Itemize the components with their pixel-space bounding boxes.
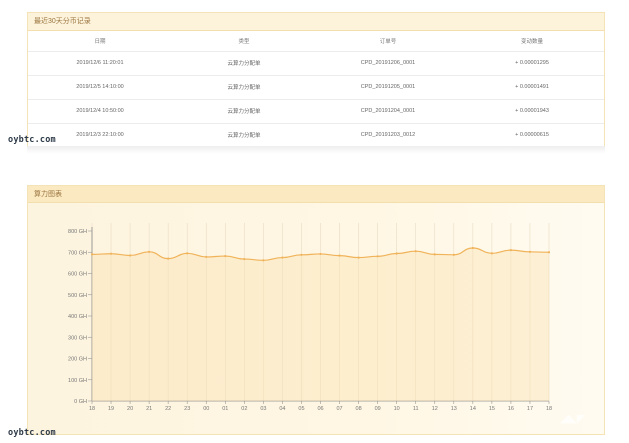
table-row: 2019/12/6 11:20:01 云算力分配单 CPD_20191206_0… bbox=[28, 51, 604, 76]
data-point bbox=[186, 252, 189, 255]
x-tick-label: 14 bbox=[470, 406, 476, 412]
cell-type: 云算力分配单 bbox=[172, 75, 316, 100]
data-point bbox=[300, 253, 303, 256]
x-tick-label: 22 bbox=[165, 406, 171, 412]
cell-order-number: CPD_20191206_0001 bbox=[316, 51, 460, 76]
x-tick-label: 03 bbox=[260, 406, 266, 412]
x-tick-label: 08 bbox=[356, 406, 362, 412]
data-point bbox=[224, 254, 227, 258]
cell-change-amount: + 0.00001491 bbox=[460, 75, 604, 100]
x-tick-label: 18 bbox=[89, 406, 95, 412]
data-point bbox=[395, 252, 398, 255]
data-point bbox=[452, 253, 455, 256]
y-tick-label: 700 GH bbox=[68, 250, 87, 256]
data-point bbox=[90, 253, 94, 256]
x-tick-label: 13 bbox=[451, 406, 457, 412]
column-header-order-number: 订单号 bbox=[316, 31, 460, 52]
x-tick-label: 05 bbox=[298, 406, 304, 412]
data-point bbox=[205, 255, 208, 259]
data-point bbox=[281, 256, 284, 259]
data-point bbox=[414, 250, 417, 253]
records-table-header-row: 日期 类型 订单号 变动数量 bbox=[28, 31, 604, 52]
x-tick-label: 12 bbox=[432, 406, 438, 412]
y-tick-label: 0 GH bbox=[74, 399, 87, 405]
data-point bbox=[109, 252, 113, 255]
x-tick-label: 17 bbox=[527, 406, 533, 412]
table-row: 2019/12/4 10:50:00 云算力分配单 CPD_20191204_0… bbox=[28, 99, 604, 124]
watermark-text: oybtc.com bbox=[8, 428, 56, 438]
data-point bbox=[262, 259, 265, 262]
x-tick-label: 23 bbox=[184, 406, 190, 412]
hashrate-chart: 0 GH 100 GH 200 GH 300 GH 400 GH 500 GH 600 GH… bbox=[68, 223, 552, 412]
data-point bbox=[490, 252, 493, 255]
cell-date: 2019/12/4 10:50:00 bbox=[28, 99, 172, 124]
cell-type: 云算力分配单 bbox=[172, 123, 316, 148]
data-point bbox=[243, 257, 246, 261]
column-header-change-amount: 变动数量 bbox=[460, 31, 604, 52]
x-tick-label: 15 bbox=[489, 406, 495, 412]
watermark-text: oybtc.com bbox=[8, 135, 56, 145]
y-tick-label: 600 GH bbox=[68, 272, 87, 278]
data-point bbox=[509, 249, 513, 252]
recent-distribution-records-panel: 最近30天分币记录 日期 类型 订单号 变动数量 2019/12/6 11:20… bbox=[27, 12, 605, 148]
data-point bbox=[128, 254, 132, 257]
table-row: 2019/12/3 22:10:00 云算力分配单 CPD_20191203_0… bbox=[28, 123, 604, 148]
y-tick-label: 200 GH bbox=[68, 357, 87, 363]
x-tick-label: 06 bbox=[317, 406, 323, 412]
cell-date: 2019/12/5 14:10:00 bbox=[28, 75, 172, 100]
cell-type: 云算力分配单 bbox=[172, 99, 316, 124]
records-table: 日期 类型 订单号 变动数量 2019/12/6 11:20:01 云算力分配单… bbox=[28, 31, 604, 148]
x-tick-label: 09 bbox=[375, 406, 381, 412]
x-tick-label: 20 bbox=[127, 406, 133, 412]
x-tick-label: 16 bbox=[508, 406, 514, 412]
x-tick-label: 11 bbox=[413, 406, 419, 412]
y-tick-label: 500 GH bbox=[68, 293, 87, 299]
x-tick-label: 07 bbox=[336, 406, 342, 412]
x-tick-label: 19 bbox=[108, 406, 114, 412]
x-tick-label: 21 bbox=[146, 406, 152, 412]
records-panel-title: 最近30天分币记录 bbox=[28, 13, 604, 31]
y-tick-label: 800 GH bbox=[68, 229, 87, 235]
data-point bbox=[319, 252, 322, 256]
cell-change-amount: + 0.00001943 bbox=[460, 99, 604, 124]
x-tick-label: 10 bbox=[394, 406, 400, 412]
data-point bbox=[357, 256, 360, 259]
panel-shadow-divider bbox=[27, 146, 605, 154]
data-point bbox=[167, 257, 170, 260]
y-tick-label: 100 GH bbox=[68, 378, 87, 384]
cell-order-number: CPD_20191203_0012 bbox=[316, 123, 460, 148]
cell-date: 2019/12/6 11:20:01 bbox=[28, 51, 172, 76]
x-tick-label: 04 bbox=[279, 406, 285, 412]
data-point bbox=[148, 250, 151, 253]
x-tick-label: 01 bbox=[222, 406, 228, 412]
cell-order-number: CPD_20191204_0001 bbox=[316, 99, 460, 124]
table-row: 2019/12/5 14:10:00 云算力分配单 CPD_20191205_0… bbox=[28, 75, 604, 100]
data-point bbox=[528, 250, 532, 253]
y-tick-label: 400 GH bbox=[68, 314, 87, 320]
data-point bbox=[471, 246, 474, 250]
data-point bbox=[338, 254, 341, 257]
data-point bbox=[433, 253, 436, 256]
series-area bbox=[92, 248, 549, 401]
data-point bbox=[547, 251, 551, 254]
x-tick-label: 02 bbox=[241, 406, 247, 412]
column-header-date: 日期 bbox=[28, 31, 172, 52]
corner-logo-watermark: ◢◣◤ bbox=[560, 412, 586, 425]
cell-type: 云算力分配单 bbox=[172, 51, 316, 76]
cell-order-number: CPD_20191205_0001 bbox=[316, 75, 460, 100]
x-tick-label: 00 bbox=[203, 406, 209, 412]
chart-panel-title: 算力图表 bbox=[28, 186, 604, 203]
column-header-type: 类型 bbox=[172, 31, 316, 52]
x-tick-label: 18 bbox=[546, 406, 552, 412]
y-tick-label: 300 GH bbox=[68, 335, 87, 341]
data-point bbox=[376, 255, 379, 258]
cell-change-amount: + 0.00001295 bbox=[460, 51, 604, 76]
hashrate-chart-panel: 算力图表 0 GH 100 GH 200 GH 300 GH 400 GH 500 GH 6… bbox=[27, 185, 605, 435]
cell-change-amount: + 0.00000615 bbox=[460, 123, 604, 148]
